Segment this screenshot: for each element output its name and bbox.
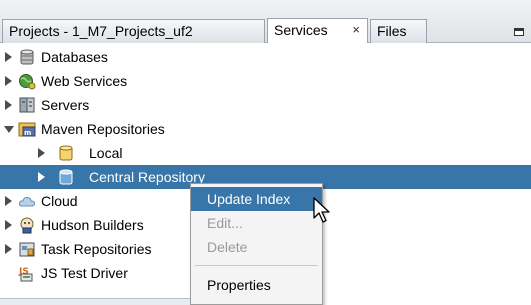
tree-node-label: Hudson Builders <box>41 217 144 233</box>
tab-files-label: Files <box>377 23 407 39</box>
expand-arrow-icon[interactable] <box>38 148 45 158</box>
tree-node-label: Central Repository <box>89 169 205 185</box>
tree-node-databases[interactable]: Databases <box>0 45 531 69</box>
collapse-arrow-icon[interactable] <box>4 126 14 133</box>
tree-node-label: JS Test Driver <box>41 265 128 281</box>
tab-services[interactable]: Services × <box>267 18 368 43</box>
expand-arrow-icon[interactable] <box>5 244 12 254</box>
central-repository-cylinder-icon <box>57 168 75 186</box>
expand-arrow-icon[interactable] <box>5 100 12 110</box>
svg-text:m: m <box>24 129 31 137</box>
tab-projects[interactable]: Projects - 1_M7_Projects_uf2 <box>2 19 265 43</box>
task-repositories-icon <box>18 240 36 258</box>
close-icon[interactable]: × <box>352 19 360 41</box>
tree-node-maven-repositories[interactable]: m Maven Repositories <box>0 117 531 141</box>
context-menu: Update Index Edit... Delete Properties <box>190 183 323 305</box>
cloud-icon <box>18 192 36 210</box>
menu-item-edit[interactable]: Edit... <box>191 211 322 235</box>
expand-arrow-icon[interactable] <box>5 196 12 206</box>
tree-node-web-services[interactable]: Web Services <box>0 69 531 93</box>
menu-item-delete[interactable]: Delete <box>191 235 322 259</box>
tree-node-servers[interactable]: Servers <box>0 93 531 117</box>
tab-bar: Projects - 1_M7_Projects_uf2 Services × … <box>0 0 531 43</box>
hudson-builders-icon <box>18 216 36 234</box>
minimize-window-icon[interactable] <box>514 28 524 36</box>
local-repository-cylinder-icon <box>57 144 75 162</box>
expand-arrow-icon[interactable] <box>5 220 12 230</box>
maven-repository-icon: m <box>18 120 36 138</box>
mouse-pointer-icon <box>313 197 330 223</box>
menu-separator <box>195 265 318 266</box>
tab-files[interactable]: Files <box>370 19 427 43</box>
expand-arrow-icon[interactable] <box>5 76 12 86</box>
web-services-globe-icon <box>18 72 36 90</box>
tree-node-label: Cloud <box>41 193 78 209</box>
tree-node-label: Maven Repositories <box>41 121 165 137</box>
menu-item-update-index[interactable]: Update Index <box>191 187 322 211</box>
menu-item-properties[interactable]: Properties <box>191 273 322 297</box>
expand-arrow-icon[interactable] <box>38 172 45 182</box>
tree-node-label: Databases <box>41 49 108 65</box>
tab-services-label: Services <box>274 22 328 38</box>
bottom-scroll-strip <box>0 298 190 305</box>
tree-node-label: Web Services <box>41 73 128 89</box>
database-icon <box>18 48 36 66</box>
tab-projects-label: Projects - 1_M7_Projects_uf2 <box>9 23 193 39</box>
tree-node-label: Local <box>89 145 123 161</box>
expand-arrow-icon[interactable] <box>5 52 12 62</box>
server-icon <box>18 96 36 114</box>
tree-node-label: Task Repositories <box>41 241 152 257</box>
tree-node-label: Servers <box>41 97 90 113</box>
tree-node-local[interactable]: Local <box>0 141 531 165</box>
js-test-driver-icon: JS <box>18 264 36 282</box>
